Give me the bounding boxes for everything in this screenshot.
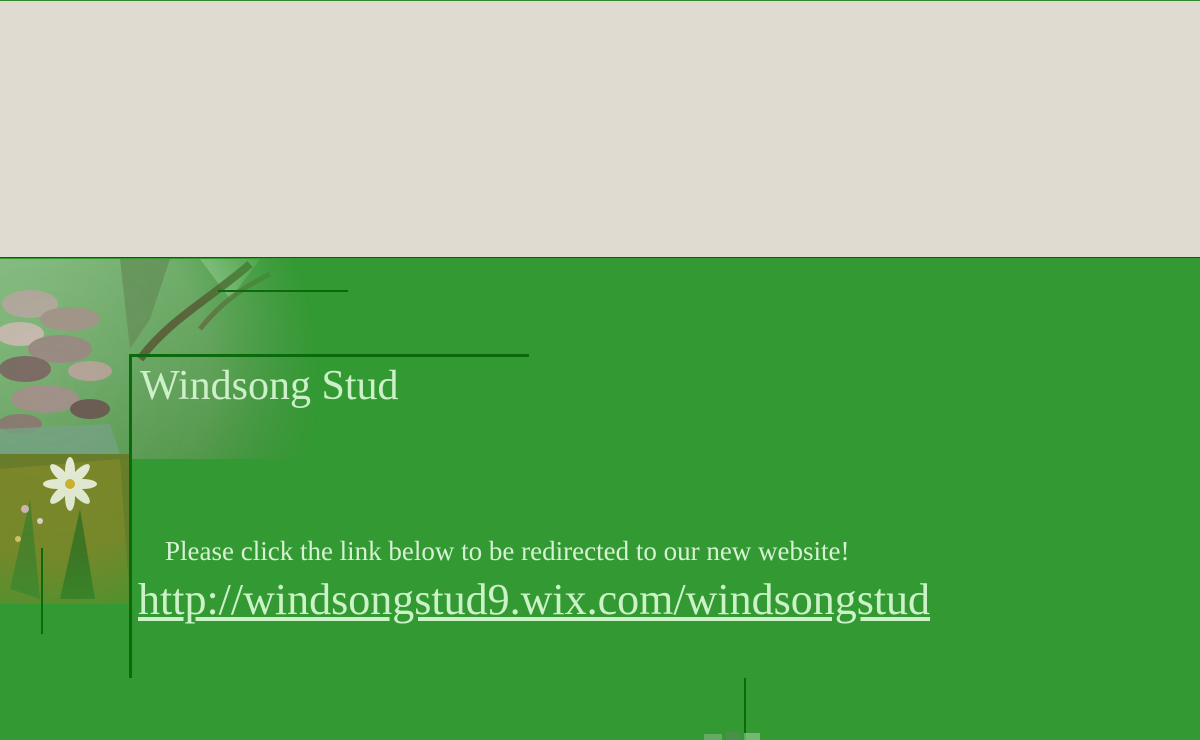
site-title: Windsong Stud xyxy=(140,363,399,409)
decor-line-top xyxy=(218,290,348,292)
redirect-link[interactable]: http://windsongstud9.wix.com/windsongstu… xyxy=(138,574,930,625)
decor-line-frame-left xyxy=(129,354,132,678)
redirect-message: Please click the link below to be redire… xyxy=(165,536,850,566)
decor-bottom-fragment xyxy=(704,732,760,740)
page: Windsong Stud Please click the link belo… xyxy=(0,0,1200,740)
decor-line-left xyxy=(41,548,43,634)
header-band xyxy=(0,0,1200,258)
decor-line-frame-top xyxy=(130,354,529,357)
